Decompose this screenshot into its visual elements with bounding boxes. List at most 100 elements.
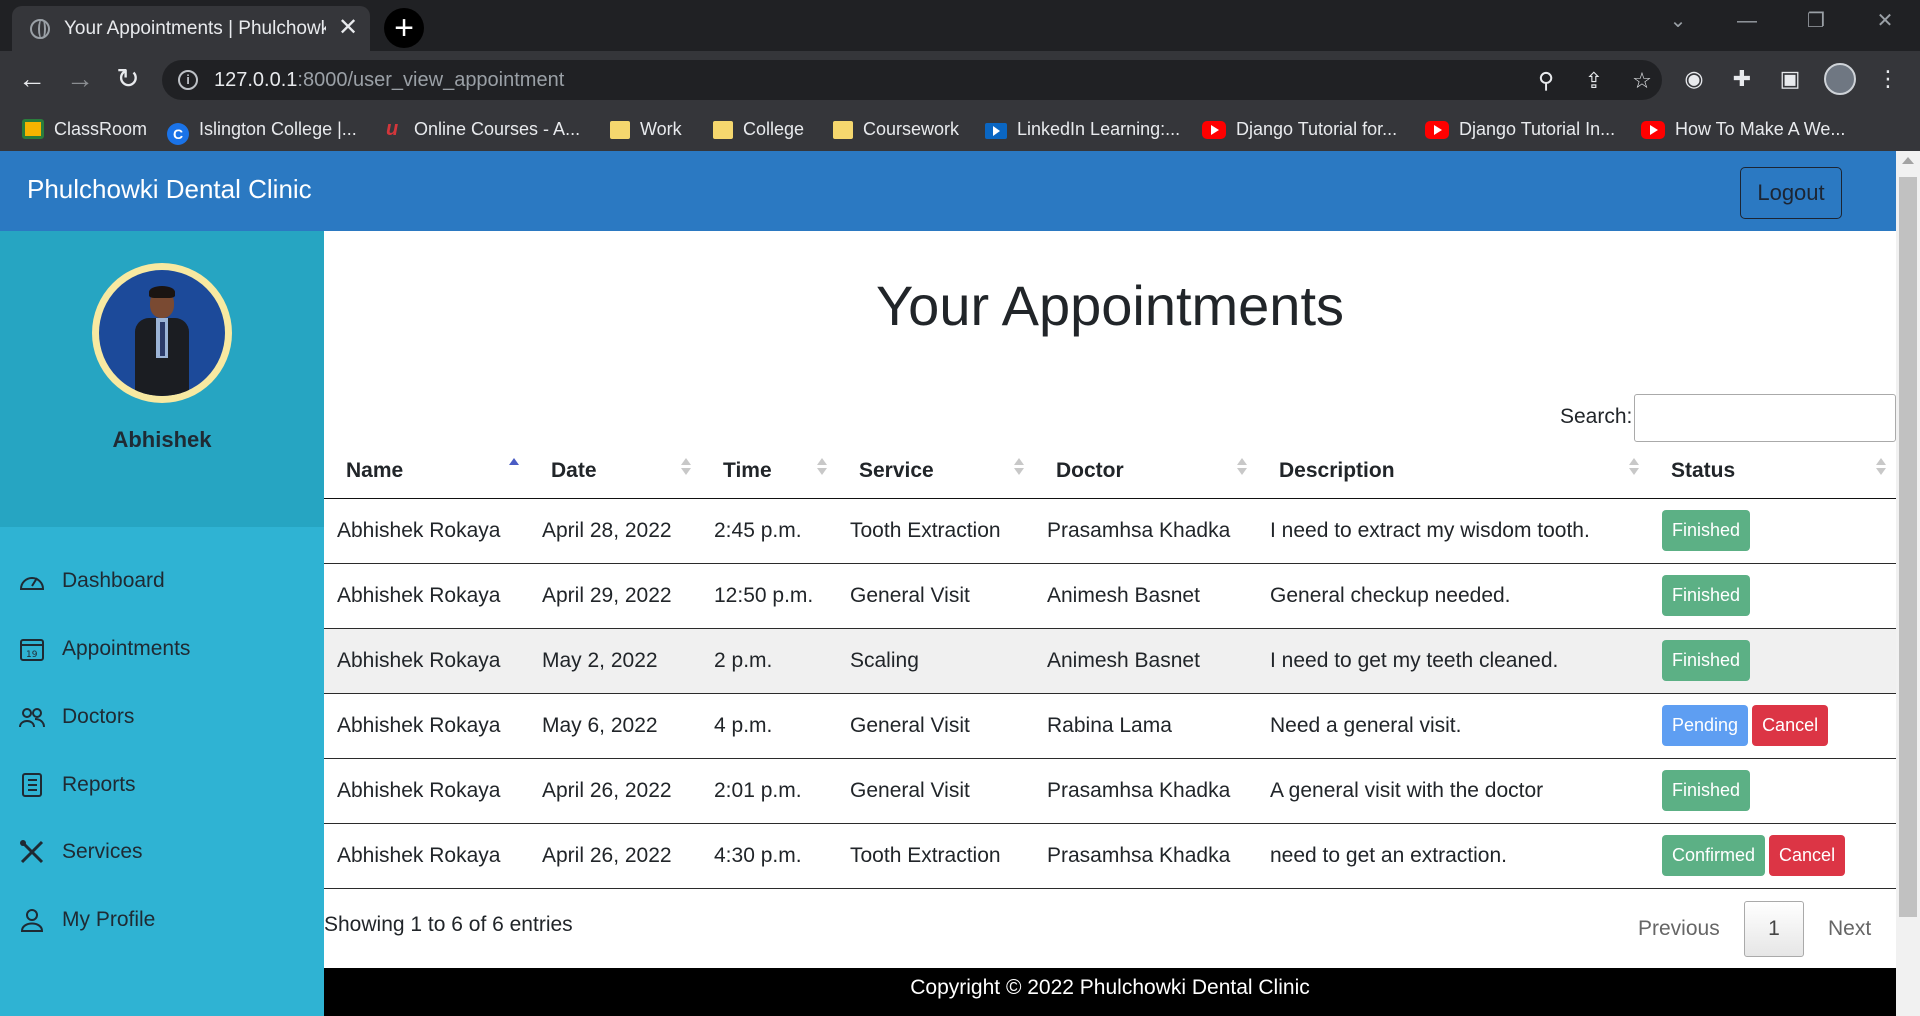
cell-date: April 26, 2022 (529, 758, 701, 824)
extensions-puzzle-icon[interactable]: ✚ (1726, 63, 1758, 95)
forward-arrow-icon[interactable]: → (60, 59, 100, 99)
cell-time: 2 p.m. (701, 628, 837, 694)
pagination-page-1[interactable]: 1 (1744, 901, 1804, 957)
tools-icon (20, 840, 44, 864)
cell-date: April 29, 2022 (529, 563, 701, 629)
cell-service: Tooth Extraction (837, 823, 1034, 889)
sidebar-item-label: Doctors (62, 705, 135, 728)
extension-glasses-icon[interactable]: ◉ (1678, 63, 1710, 95)
bookmark-django-2[interactable]: Django Tutorial In... (1425, 115, 1615, 143)
site-info-icon[interactable]: i (178, 70, 198, 90)
sort-icon (1876, 458, 1886, 480)
cell-description: I need to get my teeth cleaned. (1257, 628, 1649, 694)
sidebar-item-appointments[interactable]: 19 Appointments (18, 629, 308, 669)
sidebar-item-services[interactable]: Services (18, 832, 308, 872)
share-icon[interactable]: ⇪ (1579, 66, 1609, 96)
bookmark-classroom[interactable]: ClassRoom (22, 115, 147, 143)
bookmark-linkedin[interactable]: LinkedIn Learning:... (985, 115, 1180, 143)
users-icon (19, 708, 45, 728)
status-badge: Pending (1662, 705, 1749, 746)
avatar-tie (160, 322, 165, 356)
sort-icon (1629, 458, 1639, 480)
sidebar-item-dashboard[interactable]: Dashboard (18, 561, 308, 601)
cell-time: 2:45 p.m. (701, 498, 837, 564)
column-header-service[interactable]: Service (837, 444, 1034, 499)
address-url[interactable]: 127.0.0.1:8000/user_view_appointment (214, 69, 564, 92)
pagination-previous[interactable]: Previous (1638, 917, 1720, 941)
pagination-next[interactable]: Next (1828, 917, 1871, 941)
scroll-thumb[interactable] (1899, 177, 1917, 917)
column-header-date[interactable]: Date (529, 444, 701, 499)
footer: Copyright © 2022 Phulchowki Dental Clini… (324, 968, 1896, 1016)
restore-icon[interactable]: ❐ (1782, 0, 1850, 42)
sidebar-item-doctors[interactable]: Doctors (18, 697, 308, 737)
column-header-doctor[interactable]: Doctor (1034, 444, 1257, 499)
tab-search-icon[interactable]: ⌄ (1644, 0, 1712, 42)
cell-date: May 6, 2022 (529, 693, 701, 759)
cell-description: need to get an extraction. (1257, 823, 1649, 889)
minimize-icon[interactable]: — (1713, 0, 1781, 42)
sidebar-item-my-profile[interactable]: My Profile (18, 900, 308, 940)
bookmark-django-1[interactable]: Django Tutorial for... (1202, 115, 1397, 143)
user-icon (20, 909, 44, 932)
bookmark-college[interactable]: College (713, 115, 804, 143)
sidebar: Abhishek Dashboard 19 Appointments Docto… (0, 231, 324, 1016)
sidebar-item-reports[interactable]: Reports (18, 765, 308, 805)
side-panel-icon[interactable]: ▣ (1774, 63, 1806, 95)
avatar-hair (149, 286, 175, 298)
bookmark-how-to[interactable]: How To Make A We... (1641, 115, 1845, 143)
profile-name: Abhishek (112, 427, 212, 452)
cell-description: A general visit with the doctor (1257, 758, 1649, 824)
column-header-description[interactable]: Description (1257, 444, 1649, 499)
close-tab-icon[interactable]: ✕ (334, 14, 362, 42)
close-window-icon[interactable]: ✕ (1851, 0, 1919, 42)
cell-time: 12:50 p.m. (701, 563, 837, 629)
main-content: Your Appointments Search: Name Date Time… (324, 231, 1896, 1016)
sort-icon (1014, 458, 1024, 480)
sidebar-item-label: Appointments (62, 637, 191, 660)
cell-name: Abhishek Rokaya (324, 823, 529, 889)
folder-icon (610, 121, 630, 139)
address-bar[interactable]: i 127.0.0.1:8000/user_view_appointment ⚲… (162, 60, 1662, 100)
search-input[interactable] (1634, 394, 1896, 442)
table-row: Abhishek Rokaya May 6, 2022 4 p.m. Gener… (324, 693, 1896, 759)
column-header-status[interactable]: Status (1649, 444, 1896, 499)
status-badge: Finished (1662, 510, 1751, 551)
browser-tab[interactable]: Your Appointments | Phulchowki Dental Cl… (12, 6, 370, 51)
zoom-icon[interactable]: ⚲ (1531, 66, 1561, 96)
cell-name: Abhishek Rokaya (324, 563, 529, 629)
bookmark-islington[interactable]: C Islington College |... (167, 115, 357, 145)
cancel-button[interactable]: Cancel (1769, 835, 1846, 876)
menu-kebab-icon[interactable]: ⋮ (1872, 63, 1904, 95)
column-header-name[interactable]: Name (324, 444, 529, 499)
bookmark-star-icon[interactable]: ☆ (1627, 66, 1657, 96)
cell-service: General Visit (837, 758, 1034, 824)
dashboard-icon (19, 577, 45, 590)
scroll-up-icon[interactable] (1902, 157, 1914, 164)
bookmark-online-courses[interactable]: u Online Courses - A... (386, 115, 580, 143)
cell-name: Abhishek Rokaya (324, 693, 529, 759)
brand-title[interactable]: Phulchowki Dental Clinic (27, 174, 312, 205)
back-arrow-icon[interactable]: ← (12, 59, 52, 99)
udemy-icon: u (386, 118, 399, 140)
column-header-time[interactable]: Time (701, 444, 837, 499)
reload-icon[interactable]: ↻ (108, 59, 148, 99)
sidebar-item-label: My Profile (62, 908, 156, 931)
cell-time: 4 p.m. (701, 693, 837, 759)
new-tab-button[interactable]: + (384, 8, 424, 48)
bookmark-work[interactable]: Work (610, 115, 682, 143)
logout-button[interactable]: Logout (1740, 167, 1842, 219)
page-viewport: Phulchowki Dental Clinic Logout Abhishek… (0, 151, 1920, 1016)
table-header-row: Name Date Time Service Doctor Descriptio… (324, 444, 1896, 499)
cell-doctor: Animesh Basnet (1034, 628, 1257, 694)
bookmark-coursework[interactable]: Coursework (833, 115, 959, 143)
page-scrollbar[interactable] (1896, 151, 1920, 1016)
cancel-button[interactable]: Cancel (1752, 705, 1829, 746)
browser-profile-avatar[interactable] (1824, 63, 1856, 95)
status-badge: Finished (1662, 640, 1751, 681)
cell-doctor: Prasamhsa Khadka (1034, 498, 1257, 564)
appointments-table: Name Date Time Service Doctor Descriptio… (324, 444, 1896, 889)
globe-icon (30, 19, 50, 39)
folder-icon (713, 121, 733, 139)
cell-service: General Visit (837, 693, 1034, 759)
